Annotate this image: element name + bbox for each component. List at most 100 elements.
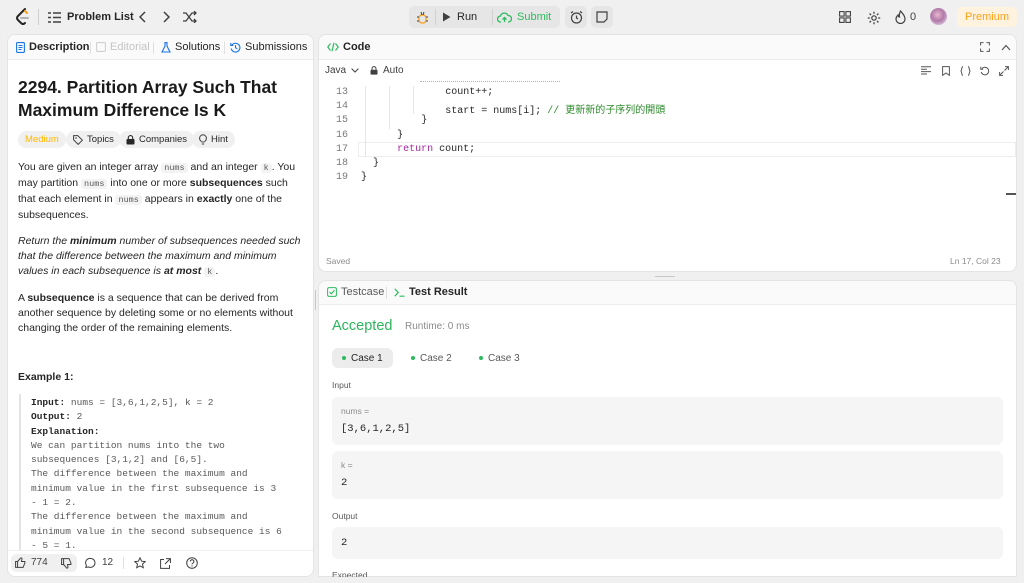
case-3-label: Case 3 <box>488 352 520 364</box>
tab-testcase[interactable]: Testcase <box>327 286 384 298</box>
tab-divider <box>90 42 91 54</box>
fullscreen-icon[interactable] <box>998 65 1009 76</box>
run-button[interactable]: Run <box>442 8 488 26</box>
tab-editorial[interactable]: Editorial <box>96 41 150 53</box>
submit-button[interactable]: Submit <box>497 8 557 26</box>
chevron-left-icon[interactable] <box>136 10 150 24</box>
leetcode-logo[interactable] <box>14 8 32 26</box>
case-3-tab[interactable]: Case 3 <box>469 348 530 368</box>
line-number: 13 <box>335 87 348 98</box>
line-number: 14 <box>335 101 348 113</box>
auto-label: Auto <box>383 65 404 76</box>
code-line: } <box>361 172 367 183</box>
tab-submissions[interactable]: Submissions <box>230 41 307 53</box>
topics-label: Topics <box>87 134 114 145</box>
scrollbar-marker <box>1006 193 1016 195</box>
code-header <box>319 35 1016 60</box>
debug-icon[interactable] <box>414 9 430 25</box>
case-2-label: Case 2 <box>420 352 452 364</box>
gear-icon[interactable] <box>866 10 881 25</box>
code-line: count++; <box>445 87 493 98</box>
tab-divider <box>224 42 225 54</box>
notes-icon[interactable] <box>591 6 613 28</box>
var2-name: k = <box>341 460 353 470</box>
output-box <box>332 527 1003 559</box>
example-label: Explanation: <box>31 425 100 437</box>
example-text: nums = [3,6,1,2,5], k = 2 <box>65 397 214 408</box>
code-token: } <box>421 115 428 127</box>
code-token: } <box>397 129 404 141</box>
bold-italic-term: minimum <box>69 235 117 247</box>
problem-list-icon[interactable] <box>47 10 61 24</box>
case-1-tab[interactable]: Case 1 <box>332 348 393 368</box>
indent-guide <box>389 114 391 129</box>
companies-button[interactable]: Companies <box>119 131 195 148</box>
help-icon[interactable] <box>186 557 198 569</box>
comments-button[interactable]: 12 <box>85 557 113 568</box>
case-1-label: Case 1 <box>351 352 383 364</box>
braces-icon[interactable] <box>959 65 971 76</box>
code-line: start = nums[i]; // 更新新的子序列的開頭 <box>445 101 665 117</box>
example-text: subsequences [3,1,2] and [6,5]. <box>31 454 208 466</box>
text-run: A <box>18 292 28 304</box>
avatar[interactable] <box>930 8 947 25</box>
reset-icon[interactable] <box>979 65 990 76</box>
problem-title: 2294. Partition Array Such That Maximum … <box>18 76 277 122</box>
nav-divider <box>38 9 39 25</box>
example-text: minimum value in the second subsequence … <box>31 525 282 537</box>
topics-button[interactable]: Topics <box>66 131 121 148</box>
line-number: 18 <box>335 158 348 169</box>
format-icon[interactable] <box>920 65 931 76</box>
pass-dot <box>479 356 483 360</box>
tab-submissions-label: Submissions <box>245 41 308 53</box>
text-run: appears in <box>141 193 197 205</box>
terminal-icon <box>394 287 405 297</box>
collapse-chevron-icon[interactable] <box>1000 41 1012 53</box>
tab-test-result[interactable]: Test Result <box>394 286 467 298</box>
document-icon <box>16 41 25 53</box>
example-line: - 1 = 2. <box>31 496 309 510</box>
output-value: 2 <box>341 537 348 549</box>
save-status: Saved <box>326 256 351 266</box>
alarm-clock-icon[interactable] <box>565 6 587 28</box>
star-icon[interactable] <box>134 557 146 569</box>
tab-solutions-label: Solutions <box>175 41 221 53</box>
example-block <box>19 394 21 552</box>
pass-dot <box>342 356 346 360</box>
shuffle-icon[interactable] <box>182 10 197 24</box>
problem-list-link[interactable]: Problem List <box>67 11 134 23</box>
thumbs-down-icon[interactable] <box>60 557 72 569</box>
indent-guide <box>389 86 391 101</box>
streak-flame-icon[interactable] <box>894 9 906 24</box>
example-text: The difference between the maximum and <box>31 511 248 523</box>
input-label: Input <box>332 380 351 390</box>
indent-guide <box>365 114 366 129</box>
panel-resizer-vertical[interactable] <box>314 290 317 310</box>
case-2-tab[interactable]: Case 2 <box>401 348 462 368</box>
var2-value: 2 <box>341 477 348 489</box>
code-comment: // 更新新的子序列的開頭 <box>547 106 666 118</box>
example-line: minimum value in the first subsequence i… <box>31 482 309 496</box>
expected-label-clip: Expected <box>332 569 392 577</box>
premium-button[interactable]: Premium <box>957 7 1017 27</box>
var1-name: nums = <box>341 406 370 416</box>
tab-solutions[interactable]: Solutions <box>161 41 220 53</box>
chevron-down-icon <box>351 68 359 73</box>
likes-count: 774 <box>31 557 48 568</box>
panel-resizer-horizontal[interactable] <box>655 274 675 278</box>
result-status: Accepted <box>332 318 393 334</box>
bookmark-icon[interactable] <box>940 65 951 76</box>
inline-code: nums <box>161 163 188 173</box>
line-number: 17 <box>335 143 348 155</box>
example-line: minimum value in the second subsequence … <box>31 525 309 539</box>
hint-button[interactable]: Hint <box>192 131 235 148</box>
layout-icon[interactable] <box>838 10 852 24</box>
maximize-icon[interactable] <box>979 41 991 53</box>
chevron-right-icon[interactable] <box>159 10 173 24</box>
language-select[interactable]: Java <box>325 65 359 76</box>
tab-description[interactable]: Description <box>16 41 90 53</box>
indent-guide <box>365 86 366 101</box>
like-button[interactable]: 774 <box>15 557 48 568</box>
auto-mode[interactable]: Auto <box>370 65 404 76</box>
share-icon[interactable] <box>159 557 171 569</box>
